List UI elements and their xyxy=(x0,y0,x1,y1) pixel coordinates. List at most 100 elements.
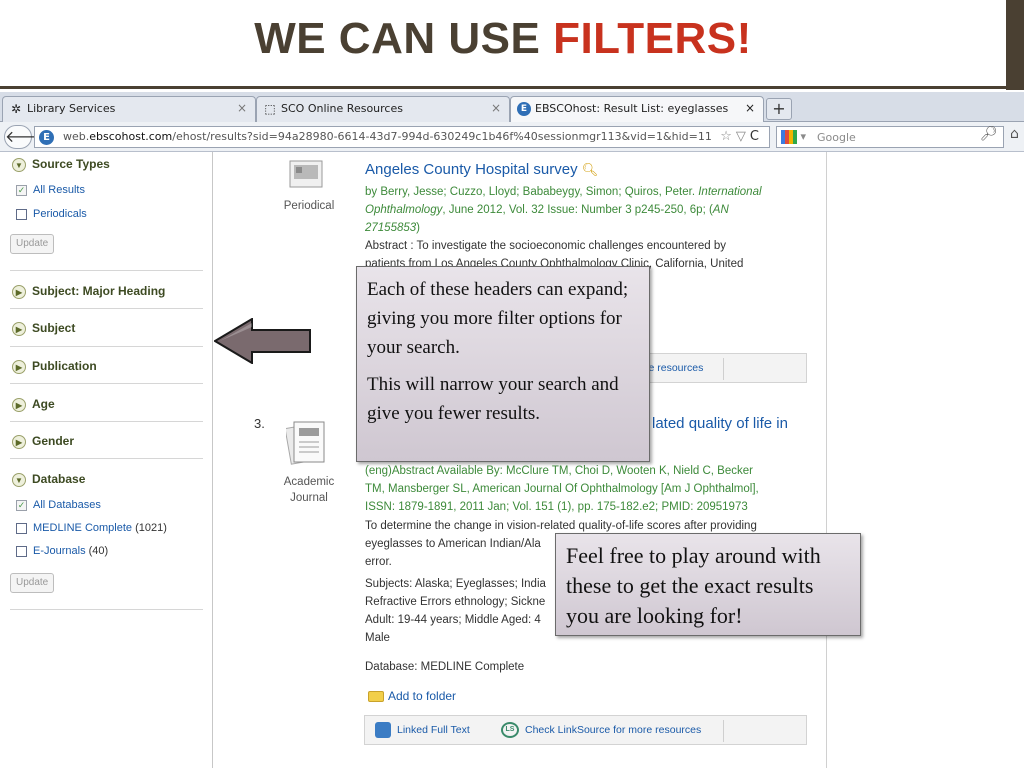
result-authors-line: by Berry, Jesse; Cuzzo, Lloyd; Bababeygy… xyxy=(365,184,762,200)
doc-type-label: Academic Journal xyxy=(274,474,344,506)
expand-circle-icon[interactable]: ▶ xyxy=(12,321,26,336)
title-part-1: WE CAN USE xyxy=(254,14,554,63)
facet-heading: Source Types xyxy=(32,157,110,171)
tab-ebscohost-results[interactable]: E EBSCOhost: Result List: eyeglasses × xyxy=(510,96,764,122)
result-abstract-line-2: eyeglasses to American Indian/Ala xyxy=(365,538,541,550)
expand-circle-icon[interactable]: ▶ xyxy=(12,284,26,299)
divider xyxy=(10,308,203,309)
expand-circle-icon[interactable]: ▶ xyxy=(12,397,26,412)
ebsco-favicon-icon: E xyxy=(39,130,54,145)
url-bar-icons: ☆▽C xyxy=(720,129,763,144)
callout-expand-headers: Each of these headers can expand; giving… xyxy=(356,266,650,462)
result-title-link[interactable]: lated quality of life in xyxy=(652,415,788,432)
dropdown-arrow-icon[interactable]: ▽ xyxy=(736,129,750,144)
gear-icon: ✲ xyxy=(10,102,22,116)
callout-paragraph-1: Each of these headers can expand; giving… xyxy=(367,279,629,358)
collapse-circle-icon[interactable]: ▼ xyxy=(12,472,26,487)
google-search-engine-icon[interactable]: ▾ xyxy=(781,129,811,145)
search-input[interactable]: ▾ Google xyxy=(776,126,1004,148)
close-icon[interactable]: × xyxy=(491,101,501,115)
home-icon[interactable]: ⌂ xyxy=(1010,126,1019,142)
divider xyxy=(723,720,724,742)
authors-text: by Berry, Jesse; Cuzzo, Lloyd; Bababeygy… xyxy=(365,186,696,198)
option-label: E-Journals xyxy=(33,545,86,557)
bookmark-star-icon[interactable]: ☆ xyxy=(720,129,736,144)
academic-journal-doc-icon xyxy=(286,421,325,465)
journal-name-cont: Ophthalmology xyxy=(365,204,443,216)
checkbox[interactable] xyxy=(16,522,27,534)
facet-age[interactable]: ▶ Age xyxy=(12,397,202,412)
periodical-doc-icon xyxy=(289,160,323,188)
option-label: All Results xyxy=(33,184,85,196)
tab-library-services[interactable]: ✲ Library Services × xyxy=(2,96,256,122)
pdf-full-text-icon xyxy=(375,722,391,738)
checkbox-checked[interactable]: ✓ xyxy=(16,184,27,196)
reload-icon[interactable]: C xyxy=(750,129,763,144)
slide-title-text: WE CAN USE FILTERS! xyxy=(0,14,1006,64)
close-icon[interactable]: × xyxy=(237,101,247,115)
facet-heading: Publication xyxy=(32,359,97,373)
tab-sco-online-resources[interactable]: ⬚ SCO Online Resources × xyxy=(256,96,510,122)
result-meta-line-2: TM, Mansberger SL, American Journal Of O… xyxy=(365,483,759,495)
tab-label: Library Services xyxy=(27,102,116,115)
result-subjects-line-4: Male xyxy=(365,632,390,644)
facet-source-types[interactable]: ▼ Source Types xyxy=(12,157,202,172)
check-linksource-label: Check LinkSource for more resources xyxy=(525,723,702,736)
result-title-link[interactable]: Angeles County Hospital survey 🔍︎ xyxy=(365,161,598,178)
url-path: /ehost/results?sid=94a28980-6614-43d7-99… xyxy=(172,130,711,143)
search-magnifier-icon[interactable]: 🔎︎ xyxy=(980,126,998,142)
tab-label: SCO Online Resources xyxy=(281,102,403,115)
result-meta-line-1: (eng)Abstract Available By: McClure TM, … xyxy=(365,465,753,477)
journal-name: International xyxy=(698,186,762,198)
facet-heading: Subject: Major Heading xyxy=(32,284,166,298)
back-button[interactable]: 🡐 xyxy=(4,125,48,149)
browser-tab-bar: ✲ Library Services × ⬚ SCO Online Resour… xyxy=(0,92,1024,122)
facet-database[interactable]: ▼ Database xyxy=(12,472,202,487)
expand-circle-icon[interactable]: ▶ xyxy=(12,434,26,449)
url-text: web.ebscohost.com/ehost/results?sid=94a2… xyxy=(63,130,711,143)
option-label: MEDLINE Complete xyxy=(33,522,133,534)
checkbox[interactable] xyxy=(16,545,27,557)
result-subjects-line-1: Subjects: Alaska; Eyeglasses; India xyxy=(365,578,546,590)
update-button[interactable]: Update xyxy=(10,234,55,254)
option-periodicals[interactable]: Periodicals xyxy=(16,208,87,220)
result-citation-line: Ophthalmology, June 2012, Vol. 32 Issue:… xyxy=(365,202,729,218)
expand-circle-icon[interactable]: ▶ xyxy=(12,359,26,374)
facet-heading: Age xyxy=(32,397,55,411)
collapse-circle-icon[interactable]: ▼ xyxy=(12,157,26,172)
option-all-databases[interactable]: ✓ All Databases xyxy=(16,499,101,511)
result-number: 3. xyxy=(254,416,265,431)
title-rule xyxy=(0,86,1024,89)
callout-play-around: Feel free to play around with these to g… xyxy=(555,533,861,636)
folder-icon xyxy=(368,691,384,703)
linked-full-text-link[interactable]: Linked Full Text xyxy=(375,722,470,738)
url-bar[interactable]: E web.ebscohost.com/ehost/results?sid=94… xyxy=(34,126,770,148)
divider xyxy=(10,458,203,459)
new-tab-button[interactable]: + xyxy=(766,98,792,120)
check-linksource-link[interactable]: re resources xyxy=(645,362,703,374)
result-abstract-line-3: error. xyxy=(365,556,392,568)
title-part-2: FILTERS! xyxy=(553,14,752,63)
update-button[interactable]: Update xyxy=(10,573,55,593)
add-to-folder-link[interactable]: Add to folder xyxy=(368,688,456,704)
close-icon[interactable]: × xyxy=(745,101,755,115)
check-linksource-link[interactable]: LS Check LinkSource for more resources xyxy=(501,722,701,738)
facet-subject[interactable]: ▶ Subject xyxy=(12,321,202,336)
facet-subject-major-heading[interactable]: ▶ Subject: Major Heading xyxy=(12,284,202,299)
option-count: (40) xyxy=(88,545,109,557)
an-label: AN xyxy=(712,204,729,216)
search-placeholder: Google xyxy=(817,131,856,144)
option-medline-complete[interactable]: MEDLINE Complete (1021) xyxy=(16,522,167,534)
option-e-journals[interactable]: E-Journals (40) xyxy=(16,545,108,557)
option-count: (1021) xyxy=(135,522,167,534)
tab-label: EBSCOhost: Result List: eyeglasses xyxy=(535,102,729,115)
facet-gender[interactable]: ▶ Gender xyxy=(12,434,202,449)
result-abstract-line-1: Abstract : To investigate the socioecono… xyxy=(365,240,726,252)
facet-publication[interactable]: ▶ Publication xyxy=(12,359,202,374)
checkbox-checked[interactable]: ✓ xyxy=(16,499,27,511)
preview-icon[interactable]: 🔍︎ xyxy=(582,162,599,177)
option-all-results[interactable]: ✓ All Results xyxy=(16,184,85,196)
doc-type-line-2: Journal xyxy=(290,492,328,504)
result-link-bar: Linked Full Text LS Check LinkSource for … xyxy=(364,715,807,745)
checkbox[interactable] xyxy=(16,208,27,220)
